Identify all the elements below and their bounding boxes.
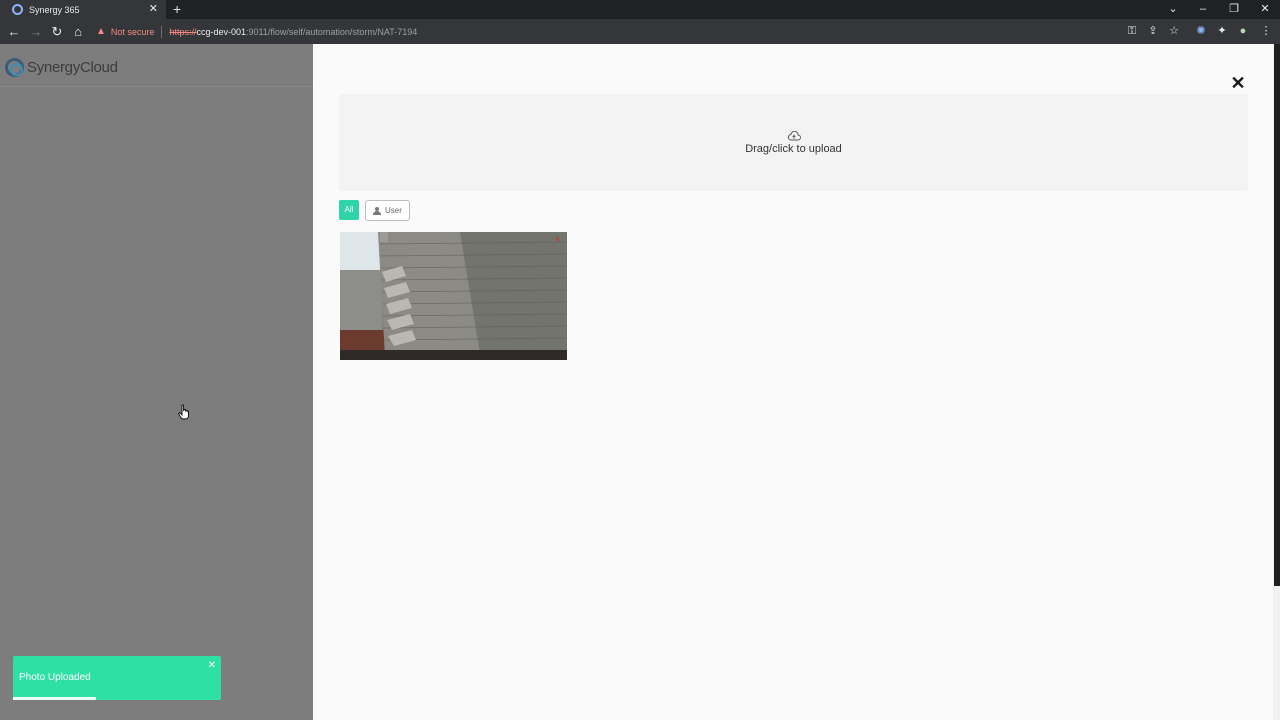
photo-filter-group: All User [339,200,410,222]
logo-text-cloud: Cloud [79,58,118,76]
page-scrollbar[interactable] [1273,44,1280,720]
warning-icon: ▲ [96,26,106,37]
cloud-upload-icon [787,130,801,141]
roof-photo-image [340,232,567,360]
upload-dropzone[interactable]: Drag/click to upload [339,94,1248,191]
filter-user-button[interactable]: User [365,200,410,221]
photo-thumbnail[interactable]: ✕ [340,232,567,360]
synergy-cloud-logo: SynergyCloud [5,56,118,78]
toast-close-icon[interactable]: ✕ [208,660,216,671]
extensions-puzzle-icon[interactable]: ✦ [1212,19,1232,44]
filter-all-button[interactable]: All [339,200,359,220]
browser-tab-strip: Synergy 365 ✕ + ⌄ – ❐ ✕ [0,0,1280,19]
logo-text-synergy: Synergy [27,58,80,76]
site-favicon-icon [12,4,23,15]
new-tab-icon[interactable]: + [173,0,181,19]
tab-search-icon[interactable]: ⌄ [1158,0,1188,19]
toast-notification: Photo Uploaded ✕ [13,656,221,700]
header-divider [0,86,313,87]
scrollbar-thumb[interactable] [1274,44,1280,586]
toast-progress-bar [13,697,97,700]
close-icon[interactable]: ✕ [1229,74,1247,92]
synergy-logo-icon [5,57,24,77]
photo-upload-panel: ✕ Drag/click to upload All User ✕ [313,44,1273,720]
back-icon[interactable]: ← [4,19,24,44]
browser-tab[interactable]: Synergy 365 ✕ [0,0,166,19]
url-path: :9011/flow/self/automation/storm/NAT-719… [245,26,418,37]
window-close-icon[interactable]: ✕ [1250,0,1280,19]
extension-gear-icon[interactable]: ✺ [1191,19,1211,44]
app-viewport: SynergyCloud ✕ Drag/click to upload All … [0,44,1280,720]
profile-avatar-icon[interactable]: ● [1233,19,1253,44]
reload-icon[interactable]: ↻ [47,19,67,44]
toast-message: Photo Uploaded [19,672,91,683]
browser-menu-icon[interactable]: ⋮ [1256,19,1276,44]
share-icon[interactable]: ⇪ [1143,19,1163,44]
user-icon [373,206,381,215]
home-icon[interactable]: ⌂ [68,19,88,44]
url-scheme: https:// [169,26,197,37]
restore-icon[interactable]: ❐ [1219,0,1249,19]
tab-title: Synergy 365 [29,4,80,15]
address-bar[interactable]: ▲ Not secure https:// ccg-dev-001 :9011/… [96,22,1116,41]
url-host: ccg-dev-001 [196,26,246,37]
dimmed-page-backdrop[interactable]: SynergyCloud [0,44,313,720]
key-icon[interactable]: ⚿ [1122,19,1142,44]
photo-delete-icon[interactable]: ✕ [554,235,561,244]
tab-close-icon[interactable]: ✕ [149,2,158,16]
bookmark-star-icon[interactable]: ☆ [1164,19,1184,44]
forward-icon[interactable]: → [26,19,46,44]
omnibox-divider [161,25,163,38]
browser-toolbar: ← → ↻ ⌂ ▲ Not secure https:// ccg-dev-00… [0,19,1280,44]
security-status[interactable]: Not secure [111,27,155,37]
upload-label: Drag/click to upload [745,142,842,155]
logo-wordmark: SynergyCloud [27,59,118,76]
filter-user-label: User [385,206,402,215]
hand-pointer-cursor-icon [178,404,189,420]
minimize-icon[interactable]: – [1188,0,1218,19]
